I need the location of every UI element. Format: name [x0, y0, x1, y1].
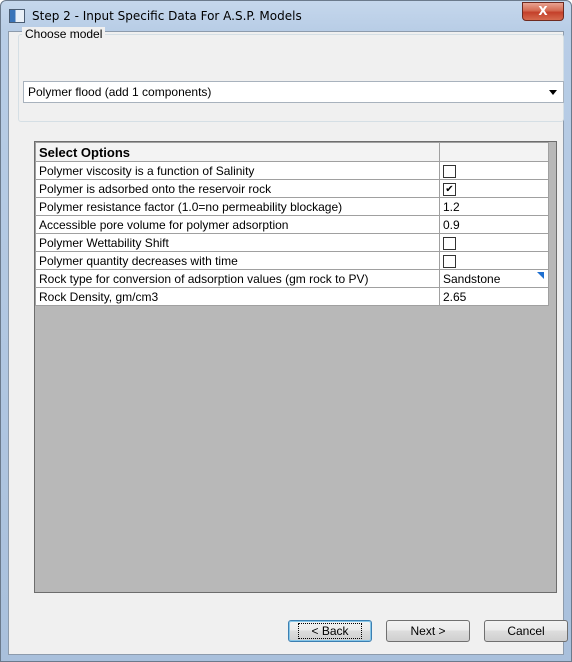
option-label: Polymer viscosity is a function of Salin…	[35, 161, 440, 180]
option-label: Polymer quantity decreases with time	[35, 251, 440, 270]
table-row[interactable]: Polymer viscosity is a function of Salin…	[35, 161, 549, 180]
options-table: Select Options Polymer viscosity is a fu…	[35, 142, 549, 306]
model-select[interactable]: Polymer flood (add 1 components)	[23, 81, 564, 103]
option-label: Rock type for conversion of adsorption v…	[35, 269, 440, 288]
choose-model-group	[18, 34, 564, 122]
rock-type-dropdown[interactable]: Sandstone	[439, 269, 549, 288]
window-title: Step 2 - Input Specific Data For A.S.P. …	[32, 9, 302, 23]
chevron-down-icon[interactable]	[549, 90, 557, 95]
table-row[interactable]: Rock type for conversion of adsorption v…	[35, 269, 549, 288]
back-button[interactable]: < Back	[288, 620, 372, 642]
table-row[interactable]: Polymer quantity decreases with time	[35, 251, 549, 270]
cancel-button[interactable]: Cancel	[484, 620, 568, 642]
resistance-factor-input[interactable]: 1.2	[439, 197, 549, 216]
table-row[interactable]: Accessible pore volume for polymer adsor…	[35, 215, 549, 234]
table-row[interactable]: Polymer Wettability Shift	[35, 233, 549, 252]
table-row[interactable]: Rock Density, gm/cm3 2.65	[35, 287, 549, 306]
option-label: Polymer Wettability Shift	[35, 233, 440, 252]
choose-model-label: Choose model	[22, 27, 106, 41]
dropdown-corner-icon	[537, 272, 544, 279]
option-label: Polymer resistance factor (1.0=no permea…	[35, 197, 440, 216]
adsorbed-checkbox[interactable]: ✔	[443, 182, 456, 196]
table-row[interactable]: Polymer resistance factor (1.0=no permea…	[35, 197, 549, 216]
close-button[interactable]: X	[522, 2, 564, 21]
rock-density-input[interactable]: 2.65	[439, 287, 549, 306]
wettability-checkbox[interactable]	[443, 236, 456, 250]
option-value-cell[interactable]	[439, 161, 549, 180]
option-value-cell[interactable]	[439, 251, 549, 270]
grid-header-row: Select Options	[35, 142, 549, 162]
pore-volume-input[interactable]: 0.9	[439, 215, 549, 234]
back-button-label: < Back	[298, 623, 362, 639]
option-label: Polymer is adsorbed onto the reservoir r…	[35, 179, 440, 198]
options-grid[interactable]: Select Options Polymer viscosity is a fu…	[34, 141, 557, 593]
table-row[interactable]: Polymer is adsorbed onto the reservoir r…	[35, 179, 549, 198]
close-icon: X	[538, 4, 548, 18]
window-icon	[9, 9, 25, 23]
option-value-cell[interactable]	[439, 233, 549, 252]
quantity-decreases-checkbox[interactable]	[443, 254, 456, 268]
model-select-value: Polymer flood (add 1 components)	[28, 85, 212, 99]
grid-header-value	[439, 142, 549, 162]
option-label: Accessible pore volume for polymer adsor…	[35, 215, 440, 234]
salinity-checkbox[interactable]	[443, 164, 456, 178]
grid-header-label: Select Options	[35, 142, 440, 162]
next-button[interactable]: Next >	[386, 620, 470, 642]
option-value-cell[interactable]: ✔	[439, 179, 549, 198]
rock-type-value: Sandstone	[443, 271, 501, 286]
option-label: Rock Density, gm/cm3	[35, 287, 440, 306]
